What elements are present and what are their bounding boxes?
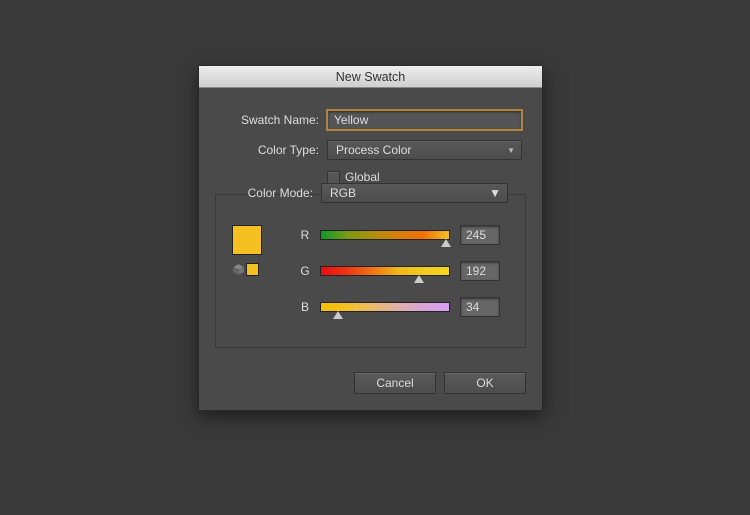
red-value-input[interactable] (460, 225, 500, 245)
dialog-content: Swatch Name: Color Type: Process Color ▼… (199, 88, 542, 410)
sliders-area: R G B (298, 225, 511, 317)
dialog-titlebar[interactable]: New Swatch (199, 66, 542, 88)
green-slider-track[interactable] (320, 266, 450, 276)
color-type-row: Color Type: Process Color ▼ (215, 140, 526, 160)
global-label: Global (345, 170, 380, 184)
red-label: R (298, 228, 312, 242)
blue-slider-row: B (298, 297, 511, 317)
cancel-button[interactable]: Cancel (354, 372, 436, 394)
color-type-dropdown[interactable]: Process Color ▼ (327, 140, 522, 160)
ok-button[interactable]: OK (444, 372, 526, 394)
green-slider-row: G (298, 261, 511, 281)
swatch-name-row: Swatch Name: (215, 110, 526, 130)
color-mode-header: Color Mode: RGB ▼ (216, 183, 525, 203)
swatch-name-label: Swatch Name: (215, 113, 327, 127)
green-slider-thumb[interactable] (414, 275, 424, 283)
color-mode-label: Color Mode: (216, 186, 321, 200)
blue-slider-track[interactable] (320, 302, 450, 312)
green-label: G (298, 264, 312, 278)
red-slider-track[interactable] (320, 230, 450, 240)
dialog-footer: Cancel OK (215, 372, 526, 394)
new-swatch-dialog: New Swatch Swatch Name: Color Type: Proc… (198, 65, 543, 411)
color-type-label: Color Type: (215, 143, 327, 157)
dialog-title: New Swatch (336, 70, 405, 84)
red-slider-thumb[interactable] (441, 239, 451, 247)
global-checkbox[interactable] (327, 171, 340, 184)
swatch-name-input[interactable] (327, 110, 522, 130)
blue-slider-thumb[interactable] (333, 311, 343, 319)
global-row: Global (215, 170, 526, 184)
red-slider-row: R (298, 225, 511, 245)
color-mode-group: Color Mode: RGB ▼ (215, 194, 526, 348)
color-mode-value: RGB (330, 186, 356, 200)
color-type-value: Process Color (336, 143, 411, 157)
swatch-preview-area (232, 225, 262, 276)
cube-icon (232, 263, 245, 276)
chevron-down-icon: ▼ (489, 186, 501, 200)
chevron-down-icon: ▼ (507, 146, 515, 155)
swatch-preview-small (246, 263, 259, 276)
swatch-preview-large (232, 225, 262, 255)
blue-value-input[interactable] (460, 297, 500, 317)
color-mode-dropdown[interactable]: RGB ▼ (321, 183, 508, 203)
blue-label: B (298, 300, 312, 314)
green-value-input[interactable] (460, 261, 500, 281)
